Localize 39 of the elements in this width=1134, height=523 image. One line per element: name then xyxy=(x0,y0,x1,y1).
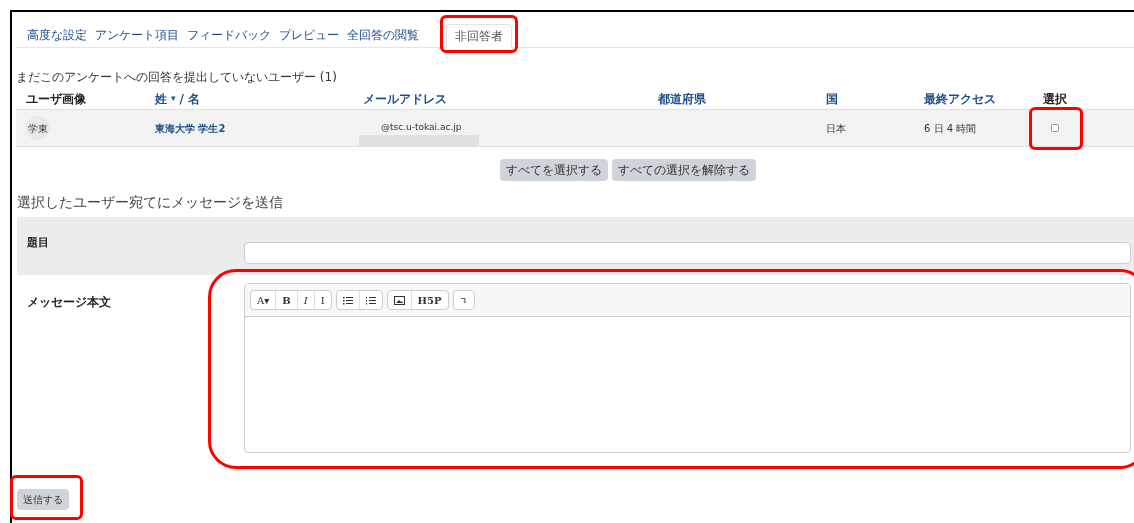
column-header: 選択 xyxy=(1043,90,1067,108)
sort-caret[interactable]: ▾ xyxy=(171,91,176,106)
message-editor[interactable]: A▾ B I Ⅰ H5P ↴ xyxy=(244,283,1131,453)
highlight-outline xyxy=(1029,107,1083,150)
column-header[interactable]: 最終アクセス xyxy=(924,89,996,108)
tab[interactable]: フィードバック xyxy=(184,23,274,47)
tab[interactable]: 全回答の閲覧 xyxy=(344,23,422,47)
toolbar-button[interactable]: ↴ xyxy=(453,291,474,309)
column-header[interactable]: / 名 xyxy=(179,89,201,108)
toolbar-button[interactable]: A▾ xyxy=(251,291,276,309)
table-cell: 6 日 4 時間 xyxy=(924,122,977,134)
column-header: ユーザ画像 xyxy=(26,90,86,108)
image-icon xyxy=(393,295,405,305)
tab[interactable]: プレビュー xyxy=(276,23,342,47)
caption: まだこのアンケートへの回答を提出していないユーザー (1) xyxy=(16,69,338,86)
toolbar-button[interactable]: I xyxy=(296,291,314,309)
tab[interactable]: アンケート項目 xyxy=(92,23,182,47)
tab[interactable]: 非回答者 xyxy=(446,24,512,48)
select-button[interactable]: すべての選択を解除する xyxy=(612,159,756,181)
table-cell: @tsc.u-tokai.ac.jp xyxy=(381,121,462,135)
column-header[interactable]: メールアドレス xyxy=(363,89,447,108)
field-label: 題目 xyxy=(27,236,49,249)
numbered-list-icon xyxy=(365,295,376,305)
user-link[interactable]: 東海大学 学生2 xyxy=(155,122,226,134)
tab[interactable]: 高度な設定 xyxy=(24,23,90,47)
column-header[interactable]: 都道府県 xyxy=(658,89,706,108)
table-cell: 日本 xyxy=(826,122,846,134)
select-button[interactable]: すべてを選択する xyxy=(500,159,608,181)
send-button[interactable]: 送信する xyxy=(17,489,69,510)
field-label: メッセージ本文 xyxy=(27,295,111,309)
column-header[interactable]: 姓 xyxy=(155,89,167,108)
checkbox[interactable] xyxy=(1051,124,1059,132)
subject-field[interactable] xyxy=(244,242,1131,264)
bullet-list-icon xyxy=(342,295,353,305)
section-heading: 選択したユーザー宛てにメッセージを送信 xyxy=(17,193,284,212)
column-header[interactable]: 国 xyxy=(826,89,838,108)
avatar: 学東 xyxy=(26,116,50,140)
toolbar-button[interactable]: Ⅰ xyxy=(313,291,331,309)
toolbar-button[interactable]: B xyxy=(275,291,297,309)
